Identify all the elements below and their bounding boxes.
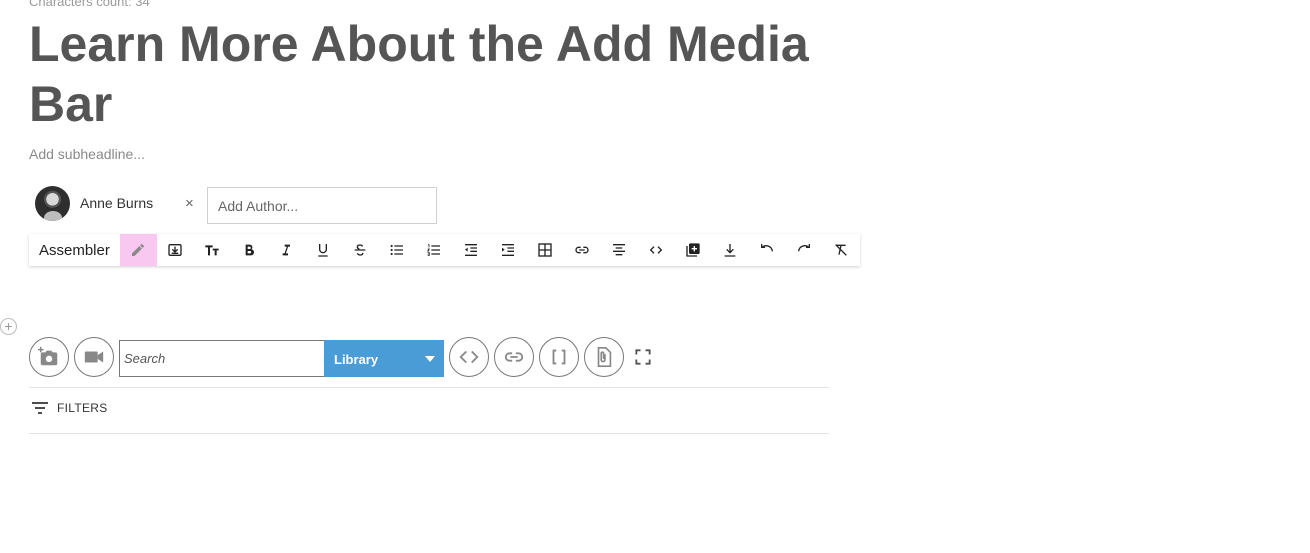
author-avatar — [35, 186, 70, 221]
video-icon — [84, 351, 104, 363]
library-dropdown[interactable]: Library — [324, 340, 444, 377]
code-icon[interactable] — [638, 234, 675, 266]
redo-icon[interactable] — [786, 234, 823, 266]
filter-icon — [32, 402, 48, 414]
strikethrough-icon[interactable] — [342, 234, 379, 266]
embed-code-icon — [459, 350, 479, 364]
add-box-icon[interactable] — [675, 234, 712, 266]
align-center-icon[interactable] — [601, 234, 638, 266]
media-search: Library — [119, 340, 444, 377]
bulleted-list-icon[interactable] — [379, 234, 416, 266]
divider — [29, 433, 829, 434]
link-icon[interactable] — [564, 234, 601, 266]
formatting-toolbar: Assembler — [29, 234, 860, 266]
insert-icon[interactable] — [157, 234, 194, 266]
add-photo-button[interactable] — [29, 337, 69, 377]
subheadline-placeholder[interactable]: Add subheadline... — [29, 146, 145, 162]
chevron-down-icon — [425, 356, 435, 362]
add-photo-icon — [38, 346, 58, 366]
add-attachment-button[interactable] — [584, 337, 624, 377]
filters-label: FILTERS — [57, 401, 108, 415]
headline[interactable]: Learn More About the Add Media Bar — [29, 14, 829, 134]
media-search-input[interactable] — [119, 340, 325, 377]
add-block-button[interactable]: + — [0, 318, 17, 335]
add-bracket-button[interactable] — [539, 337, 579, 377]
link-icon — [504, 352, 524, 362]
download-icon[interactable] — [712, 234, 749, 266]
outdent-icon[interactable] — [453, 234, 490, 266]
table-icon[interactable] — [527, 234, 564, 266]
character-count: Characters count: 34 — [29, 0, 150, 9]
bold-icon[interactable] — [231, 234, 268, 266]
add-author-input[interactable] — [207, 187, 437, 224]
remove-author-button[interactable]: × — [185, 195, 194, 212]
add-video-button[interactable] — [74, 337, 114, 377]
clear-format-icon[interactable] — [823, 234, 860, 266]
numbered-list-icon[interactable] — [416, 234, 453, 266]
filters-button[interactable]: FILTERS — [31, 401, 108, 415]
bracket-icon — [552, 349, 566, 365]
library-label: Library — [334, 352, 379, 367]
add-link-button[interactable] — [494, 337, 534, 377]
fullscreen-icon — [635, 349, 651, 365]
edit-icon[interactable] — [119, 234, 157, 266]
toolbar-label: Assembler — [39, 241, 110, 259]
indent-icon[interactable] — [490, 234, 527, 266]
embed-code-button[interactable] — [449, 337, 489, 377]
underline-icon[interactable] — [305, 234, 342, 266]
divider — [29, 387, 829, 388]
attachment-icon — [597, 347, 612, 367]
undo-icon[interactable] — [749, 234, 786, 266]
italic-icon[interactable] — [268, 234, 305, 266]
fullscreen-button[interactable] — [633, 347, 653, 367]
text-size-icon[interactable] — [194, 234, 231, 266]
author-name: Anne Burns — [80, 195, 154, 211]
